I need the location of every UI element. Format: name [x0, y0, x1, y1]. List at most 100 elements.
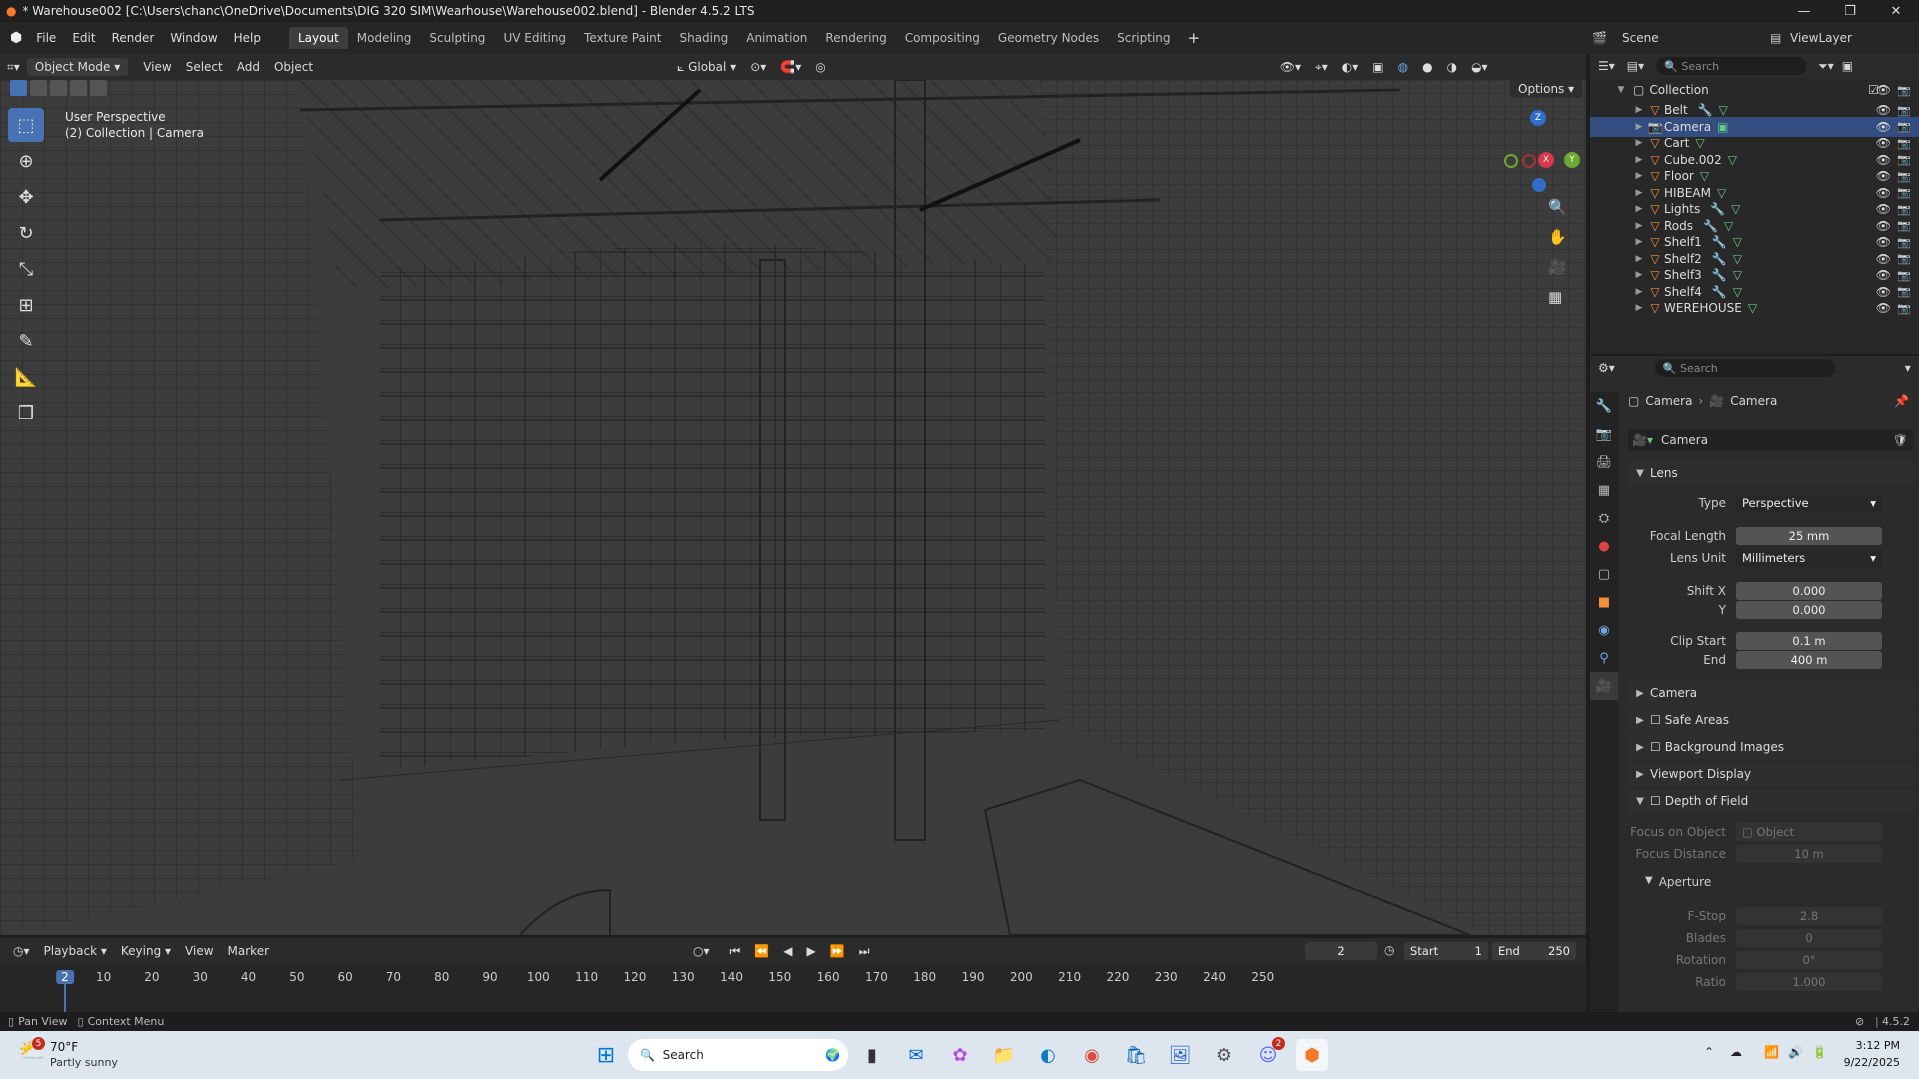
properties-search-input[interactable]: 🔍 Search: [1654, 359, 1835, 377]
focus-distance-field[interactable]: 10 m: [1736, 845, 1882, 863]
expand-icon[interactable]: ▶: [1632, 221, 1646, 231]
pan-hand-icon[interactable]: ✋: [1548, 228, 1567, 246]
visibility-icon[interactable]: 👁▾: [1273, 58, 1308, 76]
expand-icon[interactable]: ▶: [1632, 188, 1646, 198]
gizmo-x-axis[interactable]: X: [1538, 152, 1554, 168]
render-camera-icon[interactable]: 📷: [1897, 302, 1911, 315]
jump-end-icon[interactable]: ⏭: [852, 942, 877, 961]
cursor-tool-icon[interactable]: ⊕: [8, 144, 44, 178]
physics-tab-icon[interactable]: ◉: [1590, 616, 1618, 644]
focal-length-field[interactable]: 25 mm: [1736, 527, 1882, 545]
tab-sculpting[interactable]: Sculpting: [420, 27, 494, 49]
fstop-field[interactable]: 2.8: [1736, 907, 1882, 925]
visibility-eye-icon[interactable]: 👁: [1876, 120, 1891, 134]
minimize-button[interactable]: —: [1781, 0, 1827, 22]
battery-icon[interactable]: 🔋: [1812, 1045, 1827, 1059]
blender-taskbar-icon[interactable]: ⬢: [1296, 1039, 1328, 1071]
lens-panel-header[interactable]: ▼ Lens: [1628, 461, 1914, 485]
scale-tool-icon[interactable]: ⤡: [8, 252, 44, 286]
mesh-data-icon[interactable]: ▽: [1733, 285, 1742, 299]
render-camera-icon[interactable]: 📷: [1897, 219, 1911, 232]
timeline-ruler[interactable]: 2 10 20 30 40 50 60 70 80 90 100 110 120 130 140 150 160…: [0, 964, 1586, 1012]
modifier-icon[interactable]: 🔧: [1712, 252, 1727, 266]
mesh-data-icon[interactable]: ▽: [1748, 301, 1757, 315]
rotate-tool-icon[interactable]: ↻: [8, 216, 44, 250]
mesh-data-icon[interactable]: ▽: [1733, 268, 1742, 282]
photos-icon[interactable]: 🖼: [1164, 1039, 1196, 1071]
perspective-grid-icon[interactable]: ▦: [1548, 288, 1562, 306]
render-camera-icon[interactable]: 📷: [1897, 170, 1911, 183]
viewport-menu-add[interactable]: Add: [230, 58, 267, 76]
render-camera-icon[interactable]: 📷: [1897, 186, 1911, 199]
visibility-eye-icon[interactable]: 👁: [1876, 153, 1891, 167]
depth-of-field-panel-header[interactable]: ▼ ☐ Depth of Field: [1628, 789, 1914, 813]
datablock-camera-icon[interactable]: 🎥▾: [1632, 433, 1653, 447]
gizmo-neg-x-axis[interactable]: [1522, 154, 1536, 168]
filter-icon[interactable]: ⏷▾: [1818, 59, 1834, 74]
modifier-icon[interactable]: 🔧: [1712, 268, 1727, 282]
render-camera-icon[interactable]: 📷: [1897, 153, 1911, 166]
weather-widget[interactable]: ⛅ 5: [18, 1037, 48, 1069]
constraints-tab-icon[interactable]: ⚲: [1590, 644, 1618, 672]
shift-x-field[interactable]: 0.000: [1736, 582, 1882, 600]
visibility-eye-icon[interactable]: 👁: [1876, 169, 1891, 183]
mesh-data-icon[interactable]: ▽: [1695, 136, 1704, 150]
new-collection-icon[interactable]: ▣: [1842, 59, 1853, 73]
render-tab-icon[interactable]: 📷: [1590, 420, 1618, 448]
tab-animation[interactable]: Animation: [737, 27, 816, 49]
visibility-eye-icon[interactable]: 👁: [1876, 202, 1891, 216]
viewport-menu-object[interactable]: Object: [267, 58, 320, 76]
play-icon[interactable]: ▶: [800, 942, 823, 960]
gizmo-neg-z-axis[interactable]: [1532, 178, 1546, 192]
current-frame-marker[interactable]: 2: [56, 970, 74, 984]
tab-uv-editing[interactable]: UV Editing: [494, 27, 575, 49]
store-icon[interactable]: 🛍: [1120, 1039, 1152, 1071]
timeline-menu-playback[interactable]: Playback ▾: [37, 942, 114, 960]
render-camera-icon[interactable]: 📷: [1897, 236, 1911, 249]
menu-file[interactable]: File: [28, 31, 64, 45]
select-intersect-icon[interactable]: [90, 80, 107, 96]
expand-icon[interactable]: ▶: [1632, 155, 1646, 165]
menu-window[interactable]: Window: [162, 31, 225, 45]
preview-range-icon[interactable]: ◷: [1384, 943, 1394, 957]
transform-tool-icon[interactable]: ⊞: [8, 288, 44, 322]
viewport-menu-view[interactable]: View: [136, 58, 178, 76]
modifier-icon[interactable]: 🔧: [1710, 202, 1725, 216]
navigation-gizmo[interactable]: Z X Y: [1500, 110, 1580, 192]
mesh-data-icon[interactable]: ▽: [1700, 169, 1709, 183]
ratio-field[interactable]: 1.000: [1736, 973, 1882, 991]
background-images-checkbox[interactable]: ☐: [1650, 740, 1661, 754]
fake-user-icon[interactable]: 🛡: [1893, 433, 1908, 447]
tab-scripting[interactable]: Scripting: [1108, 27, 1179, 49]
visibility-eye-icon[interactable]: 👁: [1876, 235, 1891, 249]
select-subtract-icon[interactable]: [50, 80, 67, 96]
blades-field[interactable]: 0: [1736, 929, 1882, 947]
annotate-tool-icon[interactable]: ✎: [8, 324, 44, 358]
mode-dropdown[interactable]: Object Mode ▾: [26, 58, 129, 76]
add-workspace-icon[interactable]: +: [1180, 29, 1209, 47]
end-frame-field[interactable]: End 250: [1492, 942, 1576, 960]
visibility-eye-icon[interactable]: 👁: [1876, 219, 1891, 233]
camera-data-icon[interactable]: ▣: [1717, 120, 1728, 134]
mesh-data-icon[interactable]: ▽: [1719, 103, 1728, 117]
expand-icon[interactable]: ▶: [1632, 105, 1646, 115]
expand-icon[interactable]: ▶: [1632, 171, 1646, 181]
menu-help[interactable]: Help: [226, 31, 269, 45]
render-camera-icon[interactable]: 📷: [1897, 203, 1911, 216]
transform-orientation[interactable]: ⟀ Global ▾: [670, 58, 743, 77]
camera-datablock-field[interactable]: 🎥▾ Camera 🛡: [1628, 430, 1914, 450]
viewport-menu-select[interactable]: Select: [179, 58, 230, 76]
wifi-icon[interactable]: 📶: [1764, 1045, 1779, 1059]
visibility-eye-icon[interactable]: 👁: [1876, 136, 1891, 150]
editor-type-icon[interactable]: ⌗▾: [0, 58, 27, 77]
aperture-subpanel-header[interactable]: ▼ Aperture: [1645, 875, 1711, 889]
render-camera-icon[interactable]: 📷: [1897, 252, 1911, 265]
shading-solid-icon[interactable]: ●: [1415, 58, 1439, 76]
expand-icon[interactable]: ▶: [1632, 254, 1646, 264]
world-tab-icon[interactable]: ●: [1590, 532, 1618, 560]
maximize-button[interactable]: ❐: [1827, 0, 1873, 22]
clock-time[interactable]: 3:12 PM: [1836, 1039, 1900, 1052]
chrome-icon[interactable]: ◉: [1076, 1039, 1108, 1071]
taskbar-search-box[interactable]: 🔍 Search 🌍: [628, 1039, 848, 1071]
outliner-editor-icon[interactable]: ☰▾: [1598, 59, 1615, 73]
